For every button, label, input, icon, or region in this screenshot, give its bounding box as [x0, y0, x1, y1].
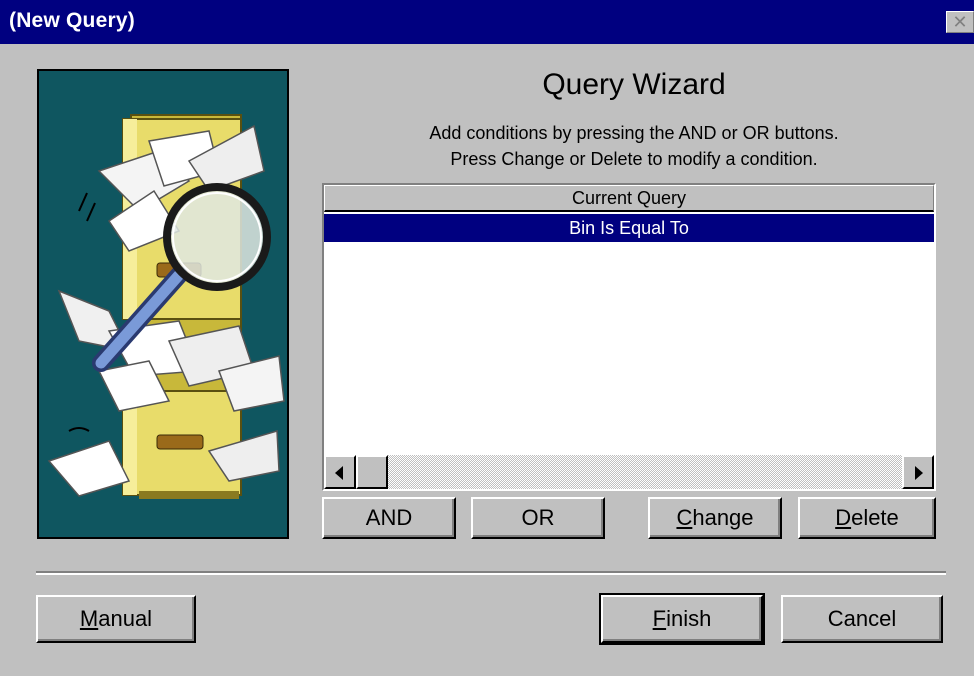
delete-mnemonic: D: [835, 505, 852, 530]
delete-label: elete: [851, 505, 899, 530]
close-button[interactable]: ✕: [946, 11, 974, 33]
or-button[interactable]: OR: [471, 497, 605, 539]
manual-button[interactable]: Manual: [36, 595, 196, 643]
wizard-title: Query Wizard: [542, 68, 726, 101]
window-title: (New Query): [9, 9, 135, 32]
arrow-right-icon: [915, 466, 923, 480]
and-button[interactable]: AND: [322, 497, 456, 539]
change-button[interactable]: Change: [648, 497, 782, 539]
wizard-illustration: [37, 69, 289, 539]
instruction-line-1: Add conditions by pressing the AND or OR…: [429, 123, 839, 143]
horizontal-scrollbar[interactable]: [324, 455, 934, 489]
manual-mnemonic: M: [79, 606, 99, 631]
new-query-dialog: (New Query) ✕ Query Wizard Add condition…: [0, 0, 974, 676]
title-bar[interactable]: (New Query) ✕: [0, 0, 974, 44]
list-item[interactable]: Bin Is Equal To: [324, 214, 934, 242]
scroll-left-button[interactable]: [324, 455, 356, 489]
arrow-left-icon: [335, 466, 343, 480]
finish-mnemonic: F: [652, 606, 667, 631]
finish-button[interactable]: Finish: [599, 593, 765, 645]
manual-label: anual: [98, 606, 153, 631]
separator: [36, 571, 946, 575]
list-column-header[interactable]: Current Query: [324, 185, 934, 212]
close-icon: ✕: [952, 12, 968, 32]
instruction-line-2: Press Change or Delete to modify a condi…: [450, 149, 818, 169]
delete-button[interactable]: Delete: [798, 497, 936, 539]
current-query-list[interactable]: Current Query Bin Is Equal To: [322, 183, 936, 491]
scroll-right-button[interactable]: [902, 455, 934, 489]
change-mnemonic: C: [676, 505, 693, 530]
scroll-thumb[interactable]: [356, 455, 388, 489]
cancel-button[interactable]: Cancel: [781, 595, 943, 643]
instructions: Add conditions by pressing the AND or OR…: [324, 120, 944, 172]
file-cabinet-magnifier-icon: [47, 114, 285, 499]
finish-label: inish: [666, 606, 712, 631]
change-label: hange: [692, 505, 754, 530]
